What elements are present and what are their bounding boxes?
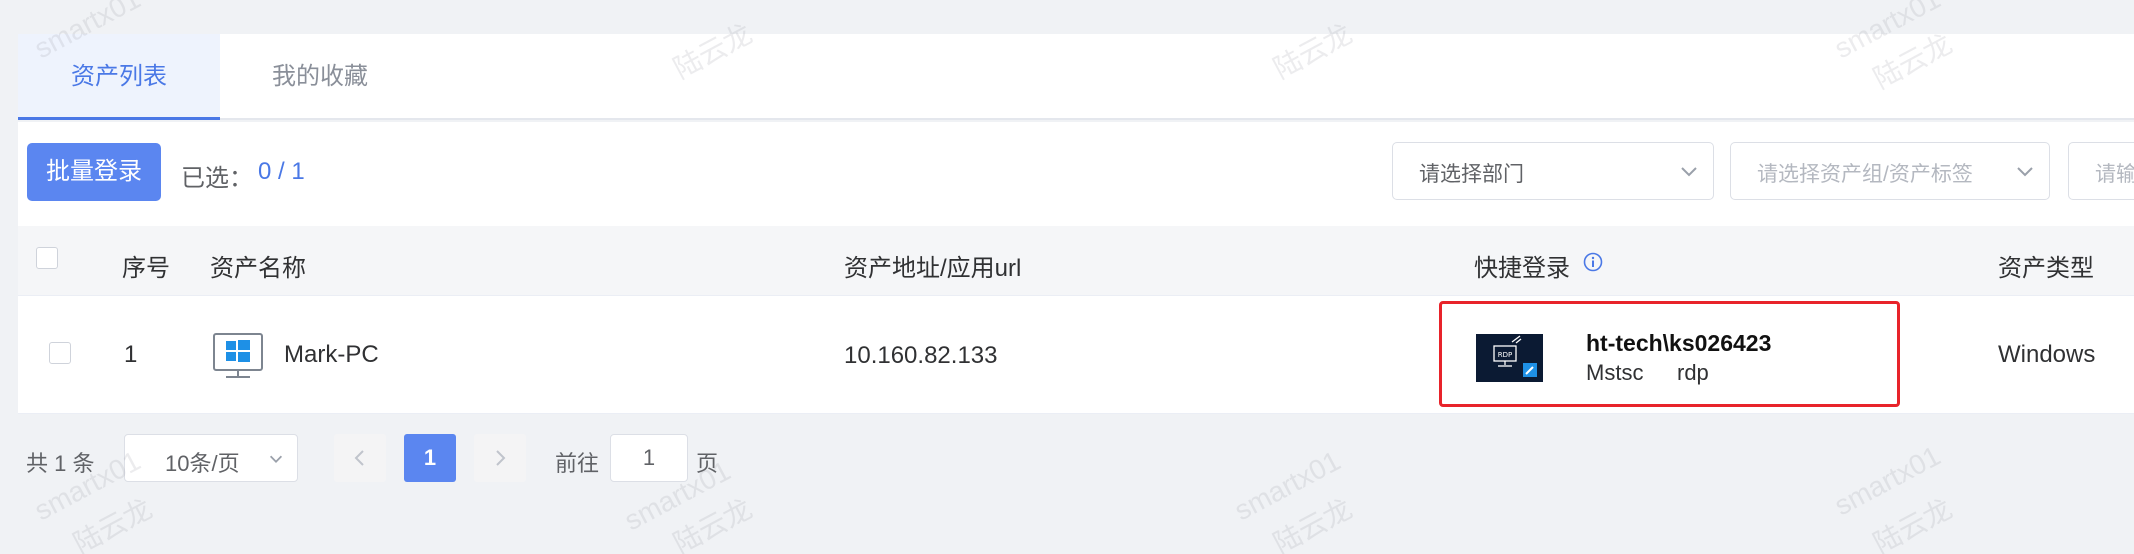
page-number-current[interactable]: 1 xyxy=(404,434,456,482)
page-size-value: 10条/页 xyxy=(165,451,240,476)
search-input-placeholder: 请输 xyxy=(2095,163,2134,186)
goto-label: 前往 xyxy=(555,451,600,476)
watermark-user: 陆云龙 xyxy=(1868,492,1958,554)
quick-login-account: ht-tech\ks026423 xyxy=(1586,330,1772,356)
selected-count: 0 / 1 xyxy=(258,158,305,185)
table-row: 1 Mark-PC 10.160.82.133 RDP ht-tech\ks02… xyxy=(18,296,2134,414)
tab-bar: 资产列表 我的收藏 xyxy=(18,34,2134,120)
toolbar: 批量登录 已选： 0 / 1 请选择部门 请选择资产组/资产标签 请输 xyxy=(18,122,2134,226)
windows-pc-icon xyxy=(213,333,263,378)
search-input[interactable]: 请输 xyxy=(2068,142,2134,200)
rdp-remote-desktop-icon: RDP xyxy=(1476,334,1543,382)
tab-asset-list[interactable]: 资产列表 xyxy=(18,34,220,120)
info-icon[interactable] xyxy=(1583,252,1603,272)
header-asset-name: 资产名称 xyxy=(210,255,306,282)
row-asset-type: Windows xyxy=(1998,341,2096,368)
row-index: 1 xyxy=(124,341,138,368)
asset-group-select[interactable]: 请选择资产组/资产标签 xyxy=(1730,142,2050,200)
row-checkbox[interactable] xyxy=(49,342,71,364)
asset-list-page: 资产列表 我的收藏 批量登录 已选： 0 / 1 请选择部门 请选择资产组/资产… xyxy=(0,0,2134,554)
pagination-total: 共 1 条 xyxy=(26,451,95,476)
chevron-down-icon xyxy=(269,455,283,463)
header-index: 序号 xyxy=(122,255,170,282)
batch-login-button[interactable]: 批量登录 xyxy=(27,143,161,201)
watermark-user: 陆云龙 xyxy=(668,492,758,554)
quick-login-protocol: rdp xyxy=(1677,360,1709,385)
rdp-thumb-label: RDP xyxy=(1498,351,1512,359)
quick-login-tool: Mstsc xyxy=(1586,360,1644,385)
selected-label: 已选： xyxy=(181,165,253,192)
quick-login-card[interactable]: RDP ht-tech\ks026423 Mstsc rdp xyxy=(1439,301,1900,407)
header-quick-login: 快捷登录 xyxy=(1474,255,1570,282)
department-select[interactable]: 请选择部门 xyxy=(1392,142,1714,200)
page-size-select[interactable]: 10条/页 xyxy=(124,434,298,482)
table-header: 序号 资产名称 资产地址/应用url 快捷登录 资产类型 xyxy=(18,226,2134,296)
row-asset-address: 10.160.82.133 xyxy=(844,342,998,369)
asset-group-select-placeholder: 请选择资产组/资产标签 xyxy=(1757,163,1973,186)
watermark-user: 陆云龙 xyxy=(68,492,158,554)
goto-page-input[interactable] xyxy=(610,434,688,482)
chevron-left-icon xyxy=(354,450,364,466)
page-label: 页 xyxy=(696,451,719,476)
watermark-user: 陆云龙 xyxy=(1268,492,1358,554)
prev-page-button[interactable] xyxy=(334,434,386,482)
row-asset-name[interactable]: Mark-PC xyxy=(284,341,379,369)
header-asset-address: 资产地址/应用url xyxy=(844,255,1022,282)
tab-my-favorites[interactable]: 我的收藏 xyxy=(220,34,420,120)
chevron-right-icon xyxy=(496,450,506,466)
next-page-button[interactable] xyxy=(474,434,526,482)
header-asset-type: 资产类型 xyxy=(1998,255,2094,282)
chevron-down-icon xyxy=(1681,167,1697,177)
select-all-checkbox[interactable] xyxy=(36,247,58,269)
department-select-value: 请选择部门 xyxy=(1419,163,1524,186)
pagination: 共 1 条 10条/页 1 前往 页 xyxy=(0,432,2134,486)
chevron-down-icon xyxy=(2017,167,2033,177)
